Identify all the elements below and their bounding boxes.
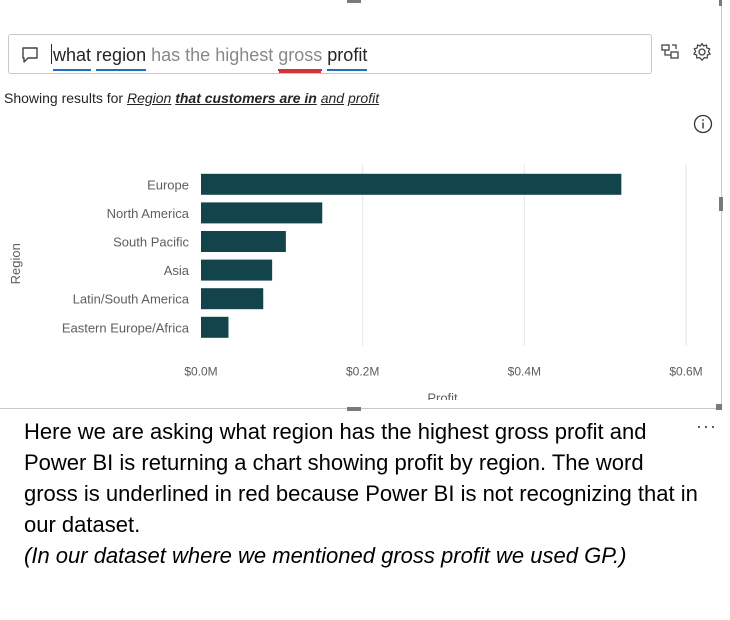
- panel-border-bottom: [0, 408, 722, 409]
- profit-by-region-bar-chart[interactable]: Europe North America South Pacific Asia Lati…: [0, 150, 722, 400]
- chat-bubble-icon: [21, 46, 39, 69]
- showing-prefix: Showing results for: [4, 90, 127, 106]
- category-label: Latin/South America: [73, 292, 190, 307]
- resize-handle-top[interactable]: [347, 0, 361, 3]
- caption-text: Here we are asking what region has the h…: [24, 416, 700, 571]
- resize-handle-bottom[interactable]: [347, 407, 361, 411]
- qa-question-text[interactable]: what region has the highest gross profit: [51, 44, 368, 71]
- y-axis-title: Region: [8, 243, 23, 284]
- qa-word-gross: gross: [278, 45, 323, 71]
- interpretation-region[interactable]: Region: [127, 90, 171, 106]
- qa-word-region: region: [96, 45, 147, 71]
- category-label: Europe: [147, 177, 189, 192]
- qa-word-highest: highest: [215, 45, 274, 65]
- x-axis-title: Profit: [427, 391, 458, 400]
- resize-handle-corner[interactable]: [716, 404, 722, 410]
- interpretation-qualifier[interactable]: that customers are in: [175, 90, 317, 106]
- info-icon[interactable]: [693, 114, 713, 139]
- gear-icon[interactable]: [692, 42, 712, 67]
- qa-question-input[interactable]: what region has the highest gross profit: [8, 34, 652, 74]
- bar-eastern-europe-africa[interactable]: [201, 316, 229, 338]
- more-options-icon[interactable]: ···: [696, 416, 717, 437]
- qa-word-profit: profit: [327, 45, 368, 71]
- x-tick-label: $0.0M: [184, 365, 217, 379]
- caption-paragraph: Here we are asking what region has the h…: [24, 419, 698, 537]
- bar-europe[interactable]: [201, 173, 622, 195]
- category-label: Eastern Europe/Africa: [62, 320, 190, 335]
- showing-results-text: Showing results for Region that customer…: [4, 90, 379, 106]
- bar-asia[interactable]: [201, 259, 273, 281]
- category-label: South Pacific: [113, 235, 189, 250]
- text-cursor: [51, 44, 52, 64]
- interpretation-conjunction[interactable]: and: [321, 90, 344, 106]
- qa-visual-panel: what region has the highest gross profit…: [0, 0, 723, 411]
- bar-north-america[interactable]: [201, 202, 323, 224]
- x-tick-label: $0.6M: [669, 365, 702, 379]
- x-tick-label: $0.2M: [346, 365, 379, 379]
- turn-into-visual-icon[interactable]: [660, 42, 680, 67]
- x-tick-label: $0.4M: [508, 365, 541, 379]
- bar-south-pacific[interactable]: [201, 231, 286, 252]
- caption-note: (In our dataset where we mentioned gross…: [24, 543, 627, 568]
- qa-word-has: has: [151, 45, 181, 65]
- qa-word-what: what: [53, 45, 92, 71]
- category-label: North America: [107, 206, 190, 221]
- qa-word-the: the: [185, 45, 211, 65]
- interpretation-profit[interactable]: profit: [348, 90, 379, 106]
- resize-handle-corner-top[interactable]: [719, 0, 722, 6]
- category-label: Asia: [164, 263, 190, 278]
- bar-latin-south-america[interactable]: [201, 288, 264, 310]
